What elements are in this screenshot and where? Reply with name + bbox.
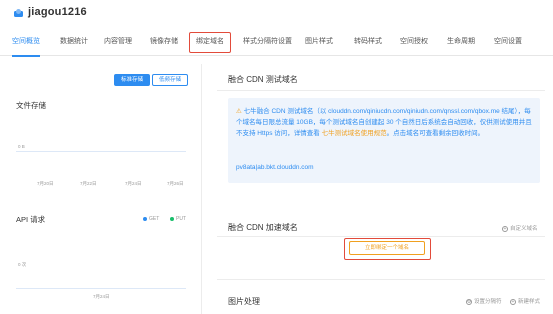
- storage-y-value: 0 B: [18, 144, 25, 149]
- warning-icon: ⚠: [236, 108, 242, 115]
- plus-icon: +: [510, 298, 516, 305]
- storage-x-tick: 7月26日: [167, 181, 184, 186]
- tab-statistics[interactable]: 数据统计: [60, 30, 88, 56]
- standard-storage-toggle[interactable]: 标准存储: [114, 74, 150, 86]
- tab-lifecycle[interactable]: 生命周期: [447, 30, 475, 56]
- bucket-header: jiagou1216: [0, 0, 553, 30]
- divider: [217, 236, 545, 237]
- cloud-bucket-icon: [14, 9, 23, 17]
- gear-icon: ⚙: [466, 298, 472, 305]
- api-baseline: [16, 288, 186, 289]
- api-requests-chart: 0 次: [16, 226, 186, 296]
- divider: [217, 279, 545, 280]
- storage-baseline: [16, 151, 186, 152]
- api-requests-title: API 请求: [16, 215, 46, 224]
- api-x-tick: 7月24日: [93, 294, 110, 299]
- tab-style-separator[interactable]: 样式分隔符设置: [243, 30, 292, 56]
- legend-put: PUT: [170, 216, 186, 222]
- test-domain-link[interactable]: pv8ata|ab.bkt.clouddn.com: [236, 164, 314, 171]
- column-divider: [201, 64, 202, 314]
- storage-x-tick: 7月24日: [125, 181, 142, 186]
- tab-transcode-style[interactable]: 转码样式: [354, 30, 382, 56]
- new-style-link[interactable]: + 新建样式: [510, 297, 540, 305]
- storage-x-tick: 7月20日: [37, 181, 54, 186]
- tab-image-style[interactable]: 图片样式: [305, 30, 333, 56]
- tab-content-management[interactable]: 内容管理: [104, 30, 132, 56]
- image-processing-title: 图片处理: [228, 297, 260, 306]
- tab-overview[interactable]: 空间概览: [12, 30, 40, 57]
- cdn-accel-domain-title: 融合 CDN 加速域名: [228, 223, 298, 232]
- divider: [217, 90, 545, 91]
- cdn-test-notice: ⚠ 七牛融合 CDN 测试域名（以 clouddn.com/qiniucdn.c…: [228, 98, 540, 183]
- legend-get-dot: [143, 216, 147, 221]
- tab-mirror-storage[interactable]: 镜像存储: [150, 30, 178, 56]
- bind-domain-highlight: [344, 238, 431, 260]
- api-y-value: 0 次: [18, 262, 27, 267]
- legend-put-dot: [170, 216, 174, 221]
- tab-space-settings[interactable]: 空间设置: [494, 30, 522, 56]
- low-freq-storage-toggle[interactable]: 低频存储: [152, 74, 188, 86]
- storage-x-tick: 7月22日: [80, 181, 97, 186]
- legend-get: GET: [143, 216, 159, 222]
- tab-space-auth[interactable]: 空间授权: [400, 30, 428, 56]
- bucket-name: jiagou1216: [28, 6, 87, 18]
- tab-bar: 空间概览 数据统计 内容管理 镜像存储 绑定域名 样式分隔符设置 图片样式 转码…: [0, 30, 553, 57]
- test-domain-rules-link[interactable]: 七牛测试域名使用规范: [322, 130, 387, 137]
- file-storage-chart: 0 B: [16, 110, 186, 190]
- set-separator-link[interactable]: ⚙ 设置分隔符: [466, 297, 502, 305]
- cdn-test-notice-text: ⚠ 七牛融合 CDN 测试域名（以 clouddn.com/qiniucdn.c…: [236, 108, 532, 137]
- cdn-test-domain-title: 融合 CDN 测试域名: [228, 75, 298, 84]
- plus-icon: +: [502, 225, 508, 232]
- tab-bind-domain-highlight: [189, 32, 231, 53]
- custom-domain-link[interactable]: + 自定义域名: [502, 224, 538, 232]
